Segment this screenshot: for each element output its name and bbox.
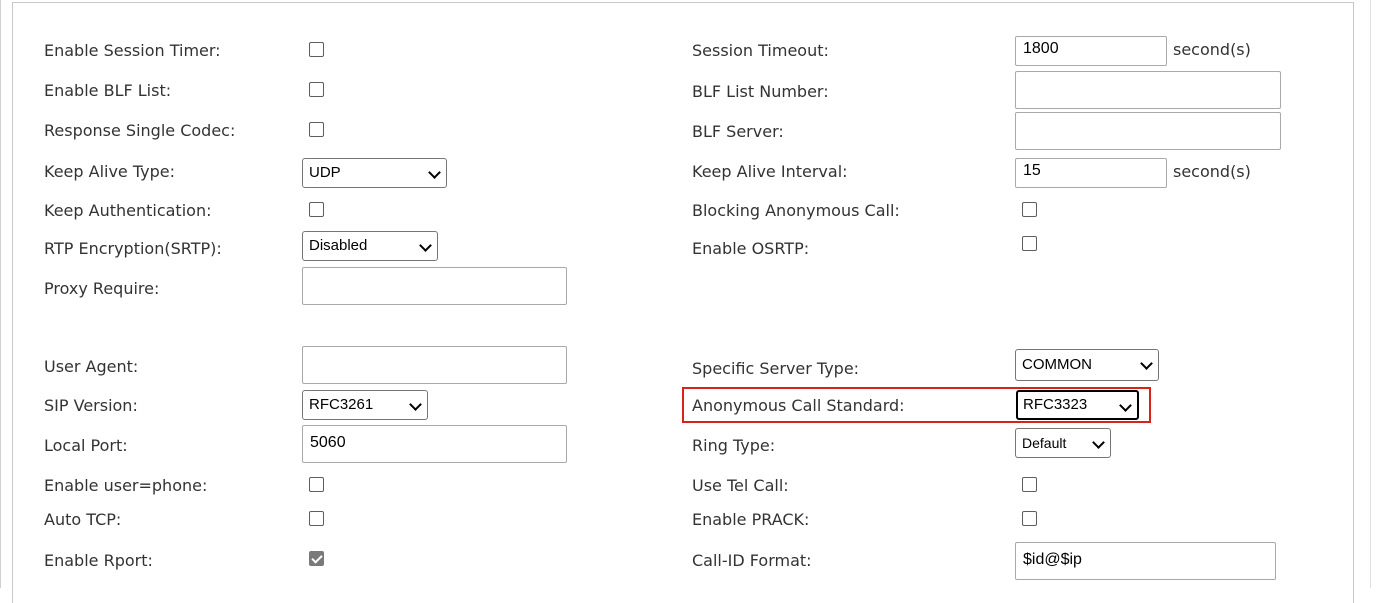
chevron-down-icon: [1119, 399, 1132, 412]
input-local-port[interactable]: 5060: [302, 425, 567, 463]
checkbox-enable-rport[interactable]: [309, 551, 324, 566]
checkbox-blocking-anonymous-call[interactable]: [1022, 202, 1037, 217]
label-specific-server-type: Specific Server Type:: [692, 359, 860, 378]
select-specific-server-type[interactable]: COMMON: [1015, 349, 1159, 381]
chevron-down-icon: [1140, 357, 1153, 370]
label-sip-version: SIP Version:: [44, 396, 138, 415]
label-enable-prack: Enable PRACK:: [692, 510, 810, 529]
label-rtp-encryption: RTP Encryption(SRTP):: [44, 239, 222, 258]
label-enable-osrtp: Enable OSRTP:: [692, 239, 810, 258]
label-session-timeout: Session Timeout:: [692, 41, 829, 60]
label-keep-alive-interval-unit: second(s): [1173, 162, 1251, 181]
select-specific-server-type-value: COMMON: [1022, 356, 1092, 373]
chevron-down-icon: [419, 239, 432, 252]
select-sip-version[interactable]: RFC3261: [302, 390, 428, 420]
input-call-id-format[interactable]: $id@$ip: [1015, 542, 1276, 580]
select-keep-alive-type-value: UDP: [309, 164, 341, 181]
label-blocking-anonymous-call: Blocking Anonymous Call:: [692, 201, 900, 220]
select-anonymous-call-standard-value: RFC3323: [1023, 396, 1088, 413]
select-ring-type[interactable]: Default: [1015, 428, 1111, 458]
chevron-down-icon: [1092, 436, 1105, 449]
label-call-id-format: Call-ID Format:: [692, 551, 812, 570]
left-border: [0, 0, 1, 588]
label-blf-list-number: BLF List Number:: [692, 82, 829, 101]
label-use-tel-call: Use Tel Call:: [692, 476, 789, 495]
label-keep-authentication: Keep Authentication:: [44, 201, 212, 220]
checkbox-use-tel-call[interactable]: [1022, 477, 1037, 492]
label-enable-session-timer: Enable Session Timer:: [44, 41, 221, 60]
select-sip-version-value: RFC3261: [309, 396, 374, 413]
input-blf-server[interactable]: [1015, 112, 1281, 150]
label-blf-server: BLF Server:: [692, 122, 784, 141]
checkbox-response-single-codec[interactable]: [309, 122, 324, 137]
checkbox-enable-prack[interactable]: [1022, 511, 1037, 526]
chevron-down-icon: [428, 166, 441, 179]
label-anonymous-call-standard: Anonymous Call Standard:: [692, 396, 905, 415]
input-keep-alive-interval[interactable]: 15: [1015, 158, 1167, 188]
select-rtp-encryption-value: Disabled: [309, 237, 368, 254]
label-ring-type: Ring Type:: [692, 436, 776, 455]
label-session-timeout-unit: second(s): [1173, 40, 1251, 59]
select-anonymous-call-standard[interactable]: RFC3323: [1016, 390, 1139, 420]
checkbox-keep-authentication[interactable]: [309, 202, 324, 217]
checkbox-enable-user-phone[interactable]: [309, 477, 324, 492]
input-session-timeout[interactable]: 1800: [1015, 36, 1167, 66]
label-enable-rport: Enable Rport:: [44, 551, 153, 570]
label-user-agent: User Agent:: [44, 357, 139, 376]
label-keep-alive-type: Keep Alive Type:: [44, 162, 175, 181]
checkbox-auto-tcp[interactable]: [309, 511, 324, 526]
label-response-single-codec: Response Single Codec:: [44, 121, 236, 140]
label-auto-tcp: Auto TCP:: [44, 510, 122, 529]
input-proxy-require[interactable]: [302, 267, 567, 305]
label-proxy-require: Proxy Require:: [44, 279, 160, 298]
select-rtp-encryption[interactable]: Disabled: [302, 231, 438, 261]
scrollbar-track[interactable]: [1370, 0, 1371, 588]
label-local-port: Local Port:: [44, 436, 128, 455]
select-keep-alive-type[interactable]: UDP: [302, 158, 447, 188]
select-ring-type-value: Default: [1022, 435, 1067, 451]
label-enable-blf-list: Enable BLF List:: [44, 81, 172, 100]
input-blf-list-number[interactable]: [1015, 71, 1281, 109]
label-enable-user-phone: Enable user=phone:: [44, 476, 208, 495]
checkbox-enable-blf-list[interactable]: [309, 82, 324, 97]
checkbox-enable-session-timer[interactable]: [309, 42, 324, 57]
checkbox-enable-osrtp[interactable]: [1022, 236, 1037, 251]
input-user-agent[interactable]: [302, 346, 567, 384]
chevron-down-icon: [409, 398, 422, 411]
label-keep-alive-interval: Keep Alive Interval:: [692, 162, 848, 181]
